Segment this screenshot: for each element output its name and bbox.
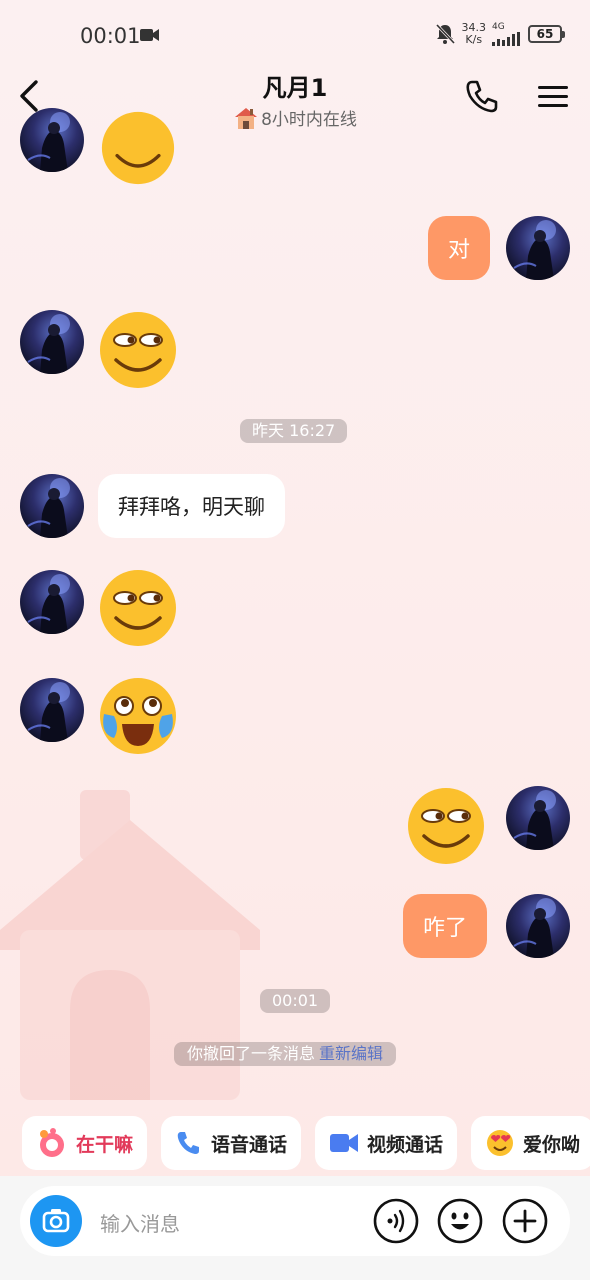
message-row-in [20, 310, 84, 374]
quick-action-row: 在干嘛 语音通话 视频通话 爱你呦 [22, 1116, 590, 1170]
message-input-box: 输入消息 [20, 1186, 570, 1256]
my-avatar[interactable] [506, 786, 570, 850]
menu-icon[interactable] [536, 82, 570, 112]
avatar-figure-icon [513, 790, 556, 850]
quick-action-label: 爱你呦 [523, 1133, 581, 1156]
video-camera-icon [330, 1134, 359, 1152]
avatar-figure-icon [27, 574, 70, 634]
tears-of-joy-emoji-icon[interactable] [98, 676, 178, 756]
battery-indicator: 65 [528, 25, 565, 43]
voice-input-icon[interactable] [372, 1197, 420, 1245]
quick-action-label: 语音通话 [211, 1133, 288, 1156]
incoming-bubble-wrap: 拜拜咯，明天聊 [98, 474, 285, 538]
outgoing-bubble[interactable]: 咋了 [403, 894, 488, 958]
quick-action-label: 在干嘛 [76, 1133, 134, 1156]
avatar-figure-icon [513, 220, 556, 280]
outgoing-bubble[interactable]: 对 [428, 216, 491, 280]
quick-action-love-you[interactable]: 爱你呦 [471, 1116, 590, 1170]
quick-action-voice-call[interactable]: 语音通话 [161, 1116, 302, 1170]
avatar-figure-icon [513, 898, 556, 958]
phone-call-icon[interactable] [464, 78, 500, 114]
input-bar: 输入消息 [0, 1176, 590, 1280]
heart-eyes-emoji-icon [487, 1130, 514, 1156]
screen-record-icon [140, 29, 159, 41]
timestamp-chip: 00:01 [260, 989, 331, 1013]
emoji-picker-icon[interactable] [436, 1197, 484, 1245]
chat-header: 凡月1 8小时内在线 [0, 60, 590, 132]
contact-avatar[interactable] [20, 310, 84, 374]
message-row-in [20, 570, 84, 634]
smirk-emoji-icon[interactable] [98, 568, 178, 648]
my-avatar[interactable] [506, 216, 570, 280]
smirk-emoji-icon[interactable] [98, 110, 178, 186]
recall-notice: 你撤回了一条消息 重新编辑 [174, 1042, 397, 1066]
online-status-text: 8小时内在线 [261, 110, 357, 130]
signal-indicator: 4G [492, 22, 522, 46]
quick-action-label: 视频通话 [367, 1133, 444, 1156]
mute-bell-icon [435, 23, 455, 45]
home-status-icon [235, 107, 258, 129]
camera-button[interactable] [30, 1195, 82, 1247]
status-time: 00:01 [80, 24, 141, 48]
message-row-out: 对 [428, 216, 491, 280]
message-row-out: 咋了 [403, 894, 488, 958]
message-row-in [20, 474, 84, 538]
smirk-emoji-icon[interactable] [406, 786, 486, 866]
network-speed: 34.3 K/s [461, 21, 487, 46]
quick-action-what-doing[interactable]: 在干嘛 [22, 1116, 148, 1170]
quick-action-video-call[interactable]: 视频通话 [315, 1116, 458, 1170]
contact-name: 凡月1 [262, 74, 328, 102]
phone-icon [177, 1132, 200, 1154]
my-avatar-wrap [506, 216, 570, 280]
avatar-figure-icon [27, 314, 70, 374]
timestamp-chip: 昨天 16:27 [240, 419, 348, 443]
my-avatar[interactable] [506, 894, 570, 958]
smirk-emoji-icon[interactable] [98, 310, 178, 390]
incoming-bubble[interactable]: 拜拜咯，明天聊 [98, 474, 285, 538]
re-edit-link[interactable]: 重新编辑 [319, 1044, 383, 1063]
avatar-figure-icon [27, 112, 70, 172]
contact-avatar[interactable] [20, 570, 84, 634]
my-avatar-wrap [506, 894, 570, 958]
avatar-figure-icon [27, 478, 70, 538]
online-status: 8小时内在线 [145, 105, 445, 130]
recall-text: 你撤回了一条消息 [187, 1044, 316, 1063]
camera-icon [42, 1209, 70, 1233]
chat-title-block[interactable]: 凡月1 8小时内在线 [145, 68, 445, 130]
contact-avatar[interactable] [20, 678, 84, 742]
wave-sticker-icon [40, 1128, 64, 1157]
contact-avatar[interactable] [20, 108, 84, 172]
contact-avatar[interactable] [20, 474, 84, 538]
message-row-in [20, 678, 84, 742]
more-plus-icon[interactable] [501, 1197, 549, 1245]
message-input-field[interactable]: 输入消息 [100, 1208, 180, 1237]
avatar-figure-icon [27, 682, 70, 742]
message-row-in [20, 108, 84, 172]
my-avatar-wrap [506, 786, 570, 850]
signal-bars-icon [492, 32, 520, 46]
